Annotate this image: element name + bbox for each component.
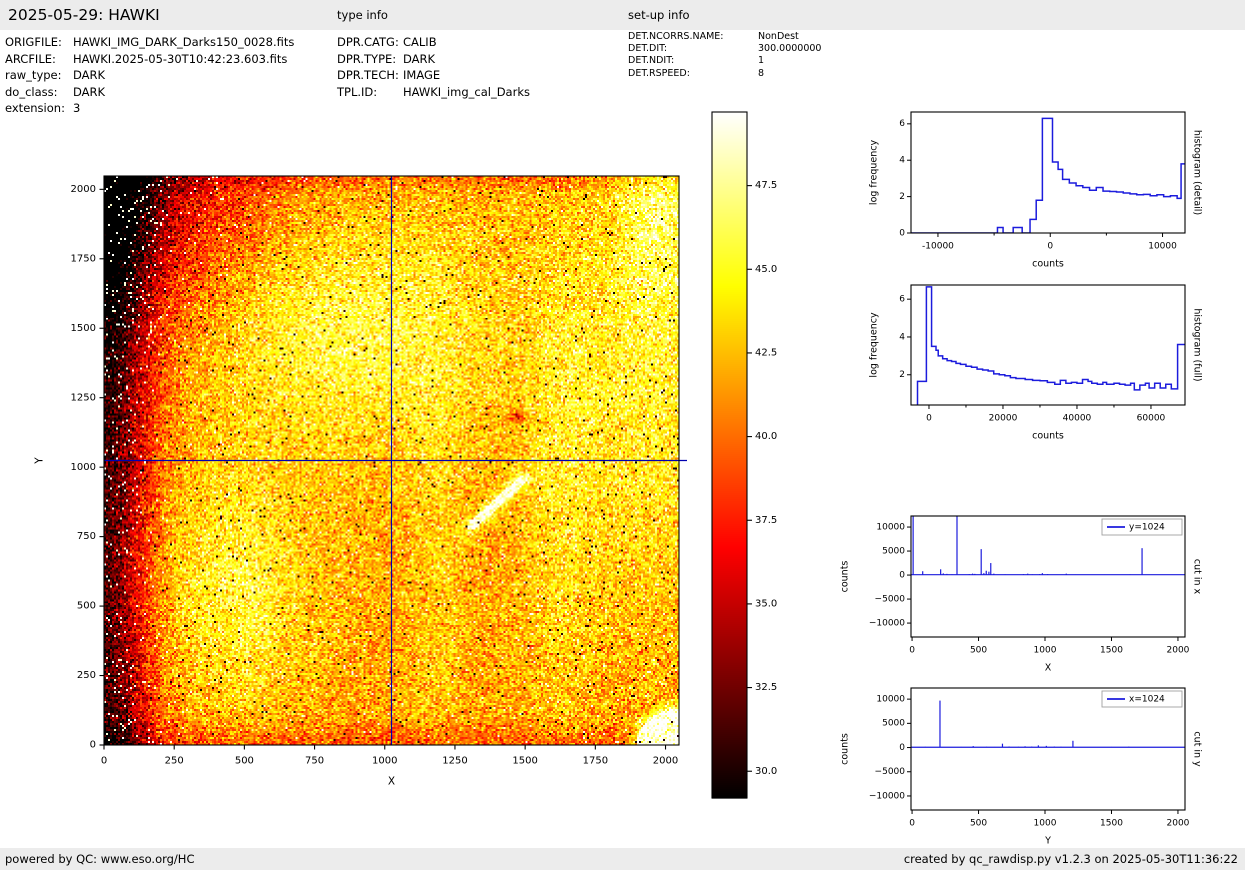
meta-row-tplid: TPL.ID: HAWKI_img_cal_Darks <box>337 84 530 101</box>
meta-value: DARK <box>73 84 105 101</box>
meta-label: do_class: <box>5 84 73 101</box>
meta-value: HAWKI_img_cal_Darks <box>403 84 530 101</box>
meta-label: DPR.TYPE: <box>337 51 403 68</box>
header-band: 2025-05-29: HAWKI type info set-up info <box>0 0 1245 30</box>
type-info-block: DPR.CATG: CALIB DPR.TYPE: DARK DPR.TECH:… <box>337 34 530 100</box>
meta-row-arcfile: ARCFILE: HAWKI.2025-05-30T10:42:23.603.f… <box>5 51 294 68</box>
meta-value: DARK <box>403 51 435 68</box>
figure-canvas <box>0 100 1245 850</box>
meta-label: ARCFILE: <box>5 51 73 68</box>
meta-row-dprtype: DPR.TYPE: DARK <box>337 51 530 68</box>
meta-row-ndit: DET.NDIT: 1 <box>628 55 821 67</box>
setup-info-heading: set-up info <box>628 0 690 30</box>
meta-label: DET.NDIT: <box>628 55 758 67</box>
meta-row-dit: DET.DIT: 300.0000000 <box>628 43 821 55</box>
qc-report-page: { "header": { "title": "2025-05-29: HAWK… <box>0 0 1245 870</box>
meta-value: HAWKI.2025-05-30T10:42:23.603.fits <box>73 51 287 68</box>
type-info-heading: type info <box>337 0 388 30</box>
meta-value: 8 <box>758 68 764 80</box>
meta-value: 1 <box>758 55 764 67</box>
meta-label: DPR.TECH: <box>337 67 403 84</box>
meta-row-doclass: do_class: DARK <box>5 84 294 101</box>
meta-row-dprtech: DPR.TECH: IMAGE <box>337 67 530 84</box>
footer-powered-by: powered by QC: www.eso.org/HC <box>5 848 194 870</box>
meta-value: HAWKI_IMG_DARK_Darks150_0028.fits <box>73 34 294 51</box>
meta-label: raw_type: <box>5 67 73 84</box>
meta-row-rawtype: raw_type: DARK <box>5 67 294 84</box>
setup-info-block: DET.NCORRS.NAME: NonDest DET.DIT: 300.00… <box>628 31 821 80</box>
meta-label: DPR.CATG: <box>337 34 403 51</box>
meta-label: DET.NCORRS.NAME: <box>628 31 758 43</box>
meta-value: CALIB <box>403 34 437 51</box>
meta-value: DARK <box>73 67 105 84</box>
meta-value: IMAGE <box>403 67 440 84</box>
meta-value: 300.0000000 <box>758 43 821 55</box>
meta-label: DET.RSPEED: <box>628 68 758 80</box>
meta-label: DET.DIT: <box>628 43 758 55</box>
meta-row-rspeed: DET.RSPEED: 8 <box>628 68 821 80</box>
meta-row-dprcatg: DPR.CATG: CALIB <box>337 34 530 51</box>
page-title: 2025-05-29: HAWKI <box>8 0 160 30</box>
footer-band: powered by QC: www.eso.org/HC created by… <box>0 848 1245 870</box>
footer-created-by: created by qc_rawdisp.py v1.2.3 on 2025-… <box>904 848 1238 870</box>
meta-label: TPL.ID: <box>337 84 403 101</box>
meta-value: NonDest <box>758 31 799 43</box>
meta-row-origfile: ORIGFILE: HAWKI_IMG_DARK_Darks150_0028.f… <box>5 34 294 51</box>
meta-label: ORIGFILE: <box>5 34 73 51</box>
meta-row-ncorrs: DET.NCORRS.NAME: NonDest <box>628 31 821 43</box>
